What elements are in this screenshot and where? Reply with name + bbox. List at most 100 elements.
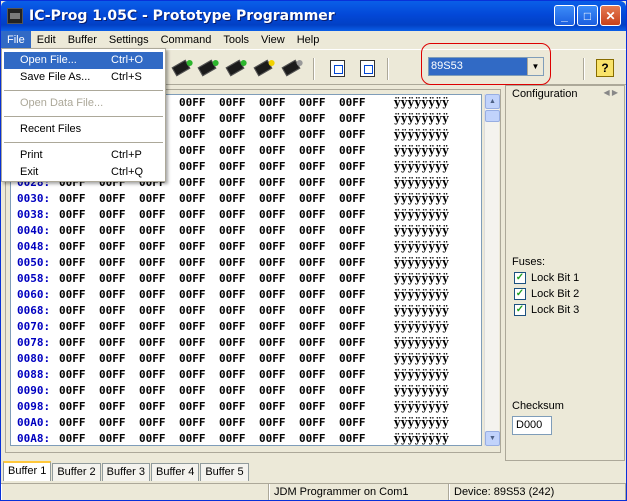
hex-word-cell[interactable]: 00FF (59, 191, 86, 207)
tab-buffer-4[interactable]: Buffer 4 (150, 463, 200, 481)
hex-word-cell[interactable]: 00FF (339, 239, 366, 255)
hex-word-cell[interactable]: 00FF (99, 367, 126, 383)
fuse-lock-bit-2[interactable]: ✓ Lock Bit 2 (514, 288, 579, 300)
hex-word-cell[interactable]: 00FF (219, 431, 246, 445)
scroll-up-button[interactable]: ▲ (485, 94, 500, 109)
menu-edit[interactable]: Edit (31, 31, 62, 49)
hex-word-cell[interactable]: 00FF (139, 319, 166, 335)
hex-word-cell[interactable]: 00FF (59, 303, 86, 319)
hex-word-cell[interactable]: 00FF (139, 351, 166, 367)
hex-word-cell[interactable]: 00FF (219, 127, 246, 143)
hex-word-cell[interactable]: 00FF (99, 431, 126, 445)
hex-word-cell[interactable]: 00FF (139, 431, 166, 445)
hex-word-cell[interactable]: 00FF (339, 383, 366, 399)
hex-word-cell[interactable]: 00FF (339, 175, 366, 191)
view-hex-button[interactable] (357, 58, 377, 78)
hex-word-cell[interactable]: 00FF (99, 335, 126, 351)
hex-word-cell[interactable]: 00FF (179, 127, 206, 143)
program-all-button[interactable] (197, 58, 217, 78)
hex-word-cell[interactable]: 00FF (259, 319, 286, 335)
hex-word-cell[interactable]: 00FF (259, 95, 286, 111)
hex-word-cell[interactable]: 00FF (59, 383, 86, 399)
lock-bit-3-checkbox[interactable]: ✓ (514, 304, 526, 316)
hex-word-cell[interactable]: 00FF (179, 223, 206, 239)
hex-word-cell[interactable]: 00FF (219, 415, 246, 431)
hex-word-cell[interactable]: 00FF (219, 351, 246, 367)
hex-word-cell[interactable]: 00FF (219, 303, 246, 319)
menu-buffer[interactable]: Buffer (62, 31, 103, 49)
menu-command[interactable]: Command (155, 31, 218, 49)
hex-word-cell[interactable]: 00FF (259, 303, 286, 319)
hex-word-cell[interactable]: 00FF (179, 95, 206, 111)
hex-word-cell[interactable]: 00FF (339, 271, 366, 287)
hex-word-cell[interactable]: 00FF (139, 271, 166, 287)
hex-word-cell[interactable]: 00FF (99, 383, 126, 399)
hex-word-cell[interactable]: 00FF (219, 255, 246, 271)
hex-word-cell[interactable]: 00FF (219, 159, 246, 175)
hex-word-cell[interactable]: 00FF (339, 399, 366, 415)
hex-word-cell[interactable]: 00FF (179, 191, 206, 207)
hex-word-cell[interactable]: 00FF (299, 399, 326, 415)
hex-word-cell[interactable]: 00FF (139, 399, 166, 415)
blank-check-button[interactable] (253, 58, 273, 78)
hex-word-cell[interactable]: 00FF (299, 255, 326, 271)
hex-word-cell[interactable]: 00FF (179, 255, 206, 271)
help-button[interactable]: ? (595, 58, 615, 78)
hex-word-cell[interactable]: 00FF (139, 191, 166, 207)
hex-word-cell[interactable]: 00FF (299, 287, 326, 303)
hex-word-cell[interactable]: 00FF (179, 319, 206, 335)
hex-word-cell[interactable]: 00FF (179, 399, 206, 415)
hex-word-cell[interactable]: 00FF (139, 255, 166, 271)
hex-word-cell[interactable]: 00FF (339, 111, 366, 127)
hex-word-cell[interactable]: 00FF (299, 191, 326, 207)
hex-word-cell[interactable]: 00FF (339, 367, 366, 383)
menu-view[interactable]: View (255, 31, 291, 49)
hex-word-cell[interactable]: 00FF (179, 207, 206, 223)
hex-word-cell[interactable]: 00FF (259, 367, 286, 383)
hex-word-cell[interactable]: 00FF (139, 287, 166, 303)
hex-word-cell[interactable]: 00FF (259, 159, 286, 175)
hex-word-cell[interactable]: 00FF (59, 335, 86, 351)
hex-word-cell[interactable]: 00FF (299, 95, 326, 111)
hex-word-cell[interactable]: 00FF (299, 127, 326, 143)
hex-word-cell[interactable]: 00FF (299, 383, 326, 399)
hex-word-cell[interactable]: 00FF (259, 383, 286, 399)
fuse-lock-bit-1[interactable]: ✓ Lock Bit 1 (514, 272, 579, 284)
hex-word-cell[interactable]: 00FF (59, 287, 86, 303)
hex-word-cell[interactable]: 00FF (219, 207, 246, 223)
hex-word-cell[interactable]: 00FF (219, 287, 246, 303)
hex-word-cell[interactable]: 00FF (259, 431, 286, 445)
hex-word-cell[interactable]: 00FF (259, 415, 286, 431)
tab-buffer-2[interactable]: Buffer 2 (52, 463, 101, 481)
hex-word-cell[interactable]: 00FF (339, 415, 366, 431)
verify-button[interactable] (281, 58, 301, 78)
hex-word-cell[interactable]: 00FF (139, 335, 166, 351)
hex-word-cell[interactable]: 00FF (219, 175, 246, 191)
menu-file[interactable]: File (1, 31, 31, 49)
hex-word-cell[interactable]: 00FF (339, 335, 366, 351)
hex-word-cell[interactable]: 00FF (299, 111, 326, 127)
hex-word-cell[interactable]: 00FF (259, 239, 286, 255)
hex-word-cell[interactable]: 00FF (339, 143, 366, 159)
hex-word-cell[interactable]: 00FF (259, 127, 286, 143)
vertical-scrollbar[interactable]: ▲ ▼ (484, 94, 500, 446)
minimize-button[interactable]: _ (554, 5, 575, 26)
hex-word-cell[interactable]: 00FF (179, 175, 206, 191)
hex-word-cell[interactable]: 00FF (339, 159, 366, 175)
hex-word-cell[interactable]: 00FF (99, 271, 126, 287)
hex-word-cell[interactable]: 00FF (179, 111, 206, 127)
scroll-down-button[interactable]: ▼ (485, 431, 500, 446)
hex-word-cell[interactable]: 00FF (59, 431, 86, 445)
read-all-button[interactable] (171, 58, 191, 78)
hex-word-cell[interactable]: 00FF (219, 239, 246, 255)
hex-word-cell[interactable]: 00FF (339, 287, 366, 303)
hex-word-cell[interactable]: 00FF (99, 191, 126, 207)
title-bar[interactable]: IC-Prog 1.05C - Prototype Programmer _ □… (1, 1, 626, 31)
hex-word-cell[interactable]: 00FF (99, 319, 126, 335)
hex-word-cell[interactable]: 00FF (259, 287, 286, 303)
hex-word-cell[interactable]: 00FF (139, 415, 166, 431)
menu-exit[interactable]: Exit Ctrl+Q (4, 164, 163, 181)
menu-save-file-as[interactable]: Save File As... Ctrl+S (4, 69, 163, 86)
device-select[interactable]: 89S53 ▼ (428, 57, 544, 76)
hex-word-cell[interactable]: 00FF (179, 367, 206, 383)
